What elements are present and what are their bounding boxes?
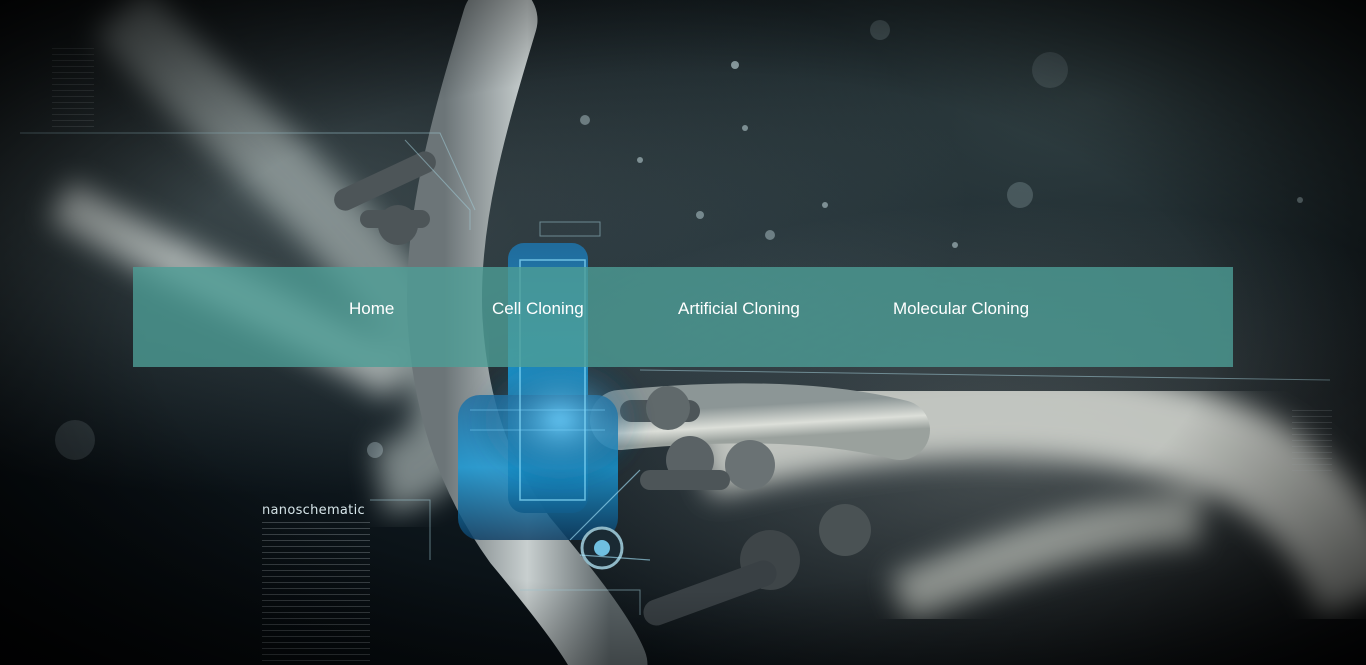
micro-text-block [52,48,94,128]
hero-banner: nanoschematic Home Cell Cloning Artifici… [0,0,1366,665]
nav-item-cell-cloning[interactable]: Cell Cloning [492,267,584,367]
micro-text-block [1292,410,1332,475]
brand-watermark: nanoschematic [262,503,365,518]
nav-item-home[interactable]: Home [349,267,394,367]
main-navigation: Home Cell Cloning Artificial Cloning Mol… [133,267,1233,367]
micro-text-block [262,522,370,662]
nav-item-molecular-cloning[interactable]: Molecular Cloning [893,267,1029,367]
nav-item-artificial-cloning[interactable]: Artificial Cloning [678,267,800,367]
